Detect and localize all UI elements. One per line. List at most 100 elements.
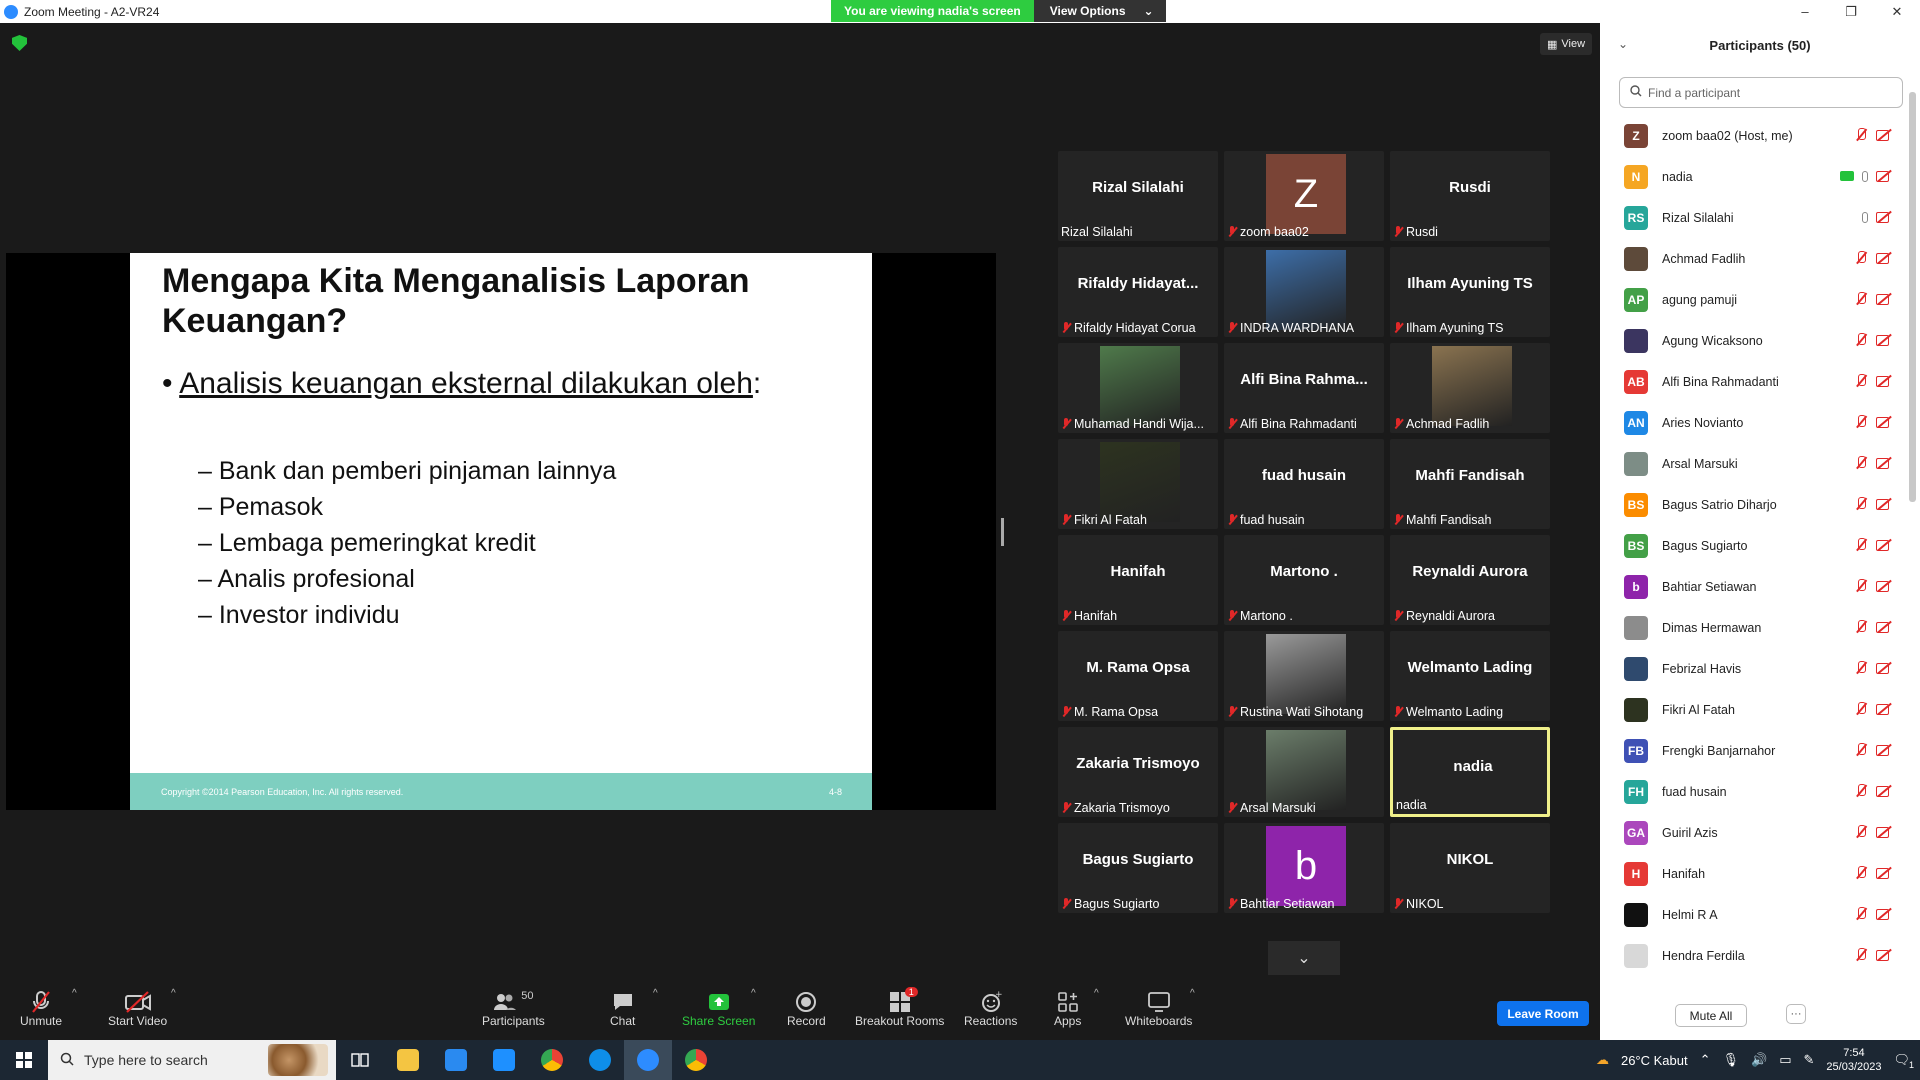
reactions-label: Reactions <box>964 1014 1018 1028</box>
participant-row[interactable]: Dimas Hermawan <box>1600 607 1904 648</box>
weather-text[interactable]: 26°C Kabut <box>1621 1053 1688 1068</box>
participant-video-tile[interactable]: Welmanto Lading Welmanto Lading <box>1390 631 1550 721</box>
participant-row[interactable]: BS Bagus Sugiarto <box>1600 525 1904 566</box>
participant-video-tile[interactable]: b Bahtiar Setiawan <box>1224 823 1384 913</box>
microsoft-store-icon[interactable] <box>432 1040 480 1080</box>
participant-row[interactable]: Fikri Al Fatah <box>1600 689 1904 730</box>
apps-options-caret[interactable]: ^ <box>1094 988 1099 999</box>
microphone-icon[interactable]: 🎙 <box>1723 1052 1740 1068</box>
participant-row[interactable]: H Hanifah <box>1600 853 1904 894</box>
participant-row[interactable]: AP agung pamuji <box>1600 279 1904 320</box>
breakout-rooms-icon: 1 <box>889 987 918 1014</box>
record-button[interactable]: Record <box>787 990 826 1028</box>
breakout-rooms-button[interactable]: 1 Breakout Rooms <box>855 987 944 1028</box>
whiteboards-button[interactable]: Whiteboards <box>1125 990 1192 1028</box>
participant-video-tile[interactable]: Reynaldi Aurora Reynaldi Aurora <box>1390 535 1550 625</box>
zoom-taskbar-icon[interactable] <box>624 1040 672 1080</box>
participant-search-input[interactable]: Find a participant <box>1619 77 1903 108</box>
task-view-icon[interactable] <box>336 1040 384 1080</box>
participant-row[interactable]: AB Alfi Bina Rahmadanti <box>1600 361 1904 402</box>
chat-options-caret[interactable]: ^ <box>653 988 658 999</box>
taskbar-search-box[interactable]: Type here to search <box>48 1040 336 1080</box>
participant-row[interactable]: Zzoom baa02 (Host, me) <box>1600 115 1904 156</box>
smiley-icon: + <box>980 990 1002 1014</box>
participant-video-tile[interactable]: Hanifah Hanifah <box>1058 535 1218 625</box>
participant-row[interactable]: Achmad Fadlih <box>1600 238 1904 279</box>
participant-video-tile[interactable]: Alfi Bina Rahma... Alfi Bina Rahmadanti <box>1224 343 1384 433</box>
share-options-caret[interactable]: ^ <box>751 988 756 999</box>
participant-video-tile[interactable]: Rusdi Rusdi <box>1390 151 1550 241</box>
chrome-icon[interactable] <box>528 1040 576 1080</box>
microphone-muted-icon <box>1393 418 1403 430</box>
avatar: b <box>1266 826 1346 906</box>
participant-video-tile[interactable]: fuad husain fuad husain <box>1224 439 1384 529</box>
participant-row[interactable]: BS Bagus Satrio Diharjo <box>1600 484 1904 525</box>
close-button[interactable]: ✕ <box>1874 0 1920 23</box>
maximize-button[interactable]: ❐ <box>1828 0 1874 23</box>
participant-row[interactable]: Arsal Marsuki <box>1600 443 1904 484</box>
notification-icon[interactable]: 🗨 1 <box>1893 1052 1914 1070</box>
participant-video-tile[interactable]: Rustina Wati Sihotang <box>1224 631 1384 721</box>
participant-list-scrollbar[interactable] <box>1909 92 1916 502</box>
start-video-button[interactable]: Start Video <box>108 990 167 1028</box>
weather-icon[interactable]: ☁ <box>1596 1052 1609 1068</box>
avatar <box>1624 328 1648 353</box>
participant-video-tile[interactable]: NIKOL NIKOL <box>1390 823 1550 913</box>
participant-row[interactable]: Hendra Ferdila <box>1600 935 1904 976</box>
encryption-shield-icon[interactable] <box>12 35 27 51</box>
video-options-caret[interactable]: ^ <box>171 988 176 999</box>
split-divider-handle[interactable] <box>1001 518 1004 546</box>
participant-row[interactable]: FH fuad husain <box>1600 771 1904 812</box>
participant-row[interactable]: GA Guiril Azis <box>1600 812 1904 853</box>
participant-video-tile[interactable]: Bagus Sugiarto Bagus Sugiarto <box>1058 823 1218 913</box>
participant-row[interactable]: AN Aries Novianto <box>1600 402 1904 443</box>
participant-video-tile[interactable]: Rizal Silalahi Rizal Silalahi <box>1058 151 1218 241</box>
chat-button[interactable]: Chat <box>610 990 635 1028</box>
view-options-button[interactable]: View Options ⌄ <box>1033 0 1166 22</box>
participant-video-tile[interactable]: Muhamad Handi Wija... <box>1058 343 1218 433</box>
speaker-icon[interactable]: 🔊 <box>1751 1052 1767 1068</box>
participant-video-tile[interactable]: INDRA WARDHANA <box>1224 247 1384 337</box>
start-button[interactable] <box>0 1040 48 1080</box>
participant-video-tile[interactable]: Zzoom baa02 <box>1224 151 1384 241</box>
participant-video-tile[interactable]: Zakaria Trismoyo Zakaria Trismoyo <box>1058 727 1218 817</box>
apps-button[interactable]: Apps <box>1054 990 1081 1028</box>
reactions-button[interactable]: + Reactions <box>964 990 1017 1028</box>
teamviewer-icon[interactable] <box>576 1040 624 1080</box>
participant-row[interactable]: Helmi R A <box>1600 894 1904 935</box>
participants-button[interactable]: 50 Participants <box>482 990 545 1028</box>
network-icon[interactable]: ▭ <box>1779 1052 1791 1068</box>
participant-video-tile[interactable]: nadia nadia <box>1390 727 1550 817</box>
unmute-button[interactable]: Unmute <box>20 990 62 1028</box>
participant-row[interactable]: Febrizal Havis <box>1600 648 1904 689</box>
participant-video-tile[interactable]: Ilham Ayuning TS Ilham Ayuning TS <box>1390 247 1550 337</box>
chevron-up-icon[interactable]: ⌃ <box>1700 1052 1711 1068</box>
participant-row[interactable]: FB Frengki Banjarnahor <box>1600 730 1904 771</box>
language-icon[interactable]: ✎ <box>1804 1052 1815 1068</box>
file-explorer-icon[interactable] <box>384 1040 432 1080</box>
participant-status <box>1854 497 1892 511</box>
participant-video-tile[interactable]: Rifaldy Hidayat... Rifaldy Hidayat Corua <box>1058 247 1218 337</box>
leave-room-button[interactable]: Leave Room <box>1497 1001 1589 1026</box>
clock[interactable]: 7:54 25/03/2023 <box>1826 1046 1881 1074</box>
participant-video-tile[interactable]: Arsal Marsuki <box>1224 727 1384 817</box>
participant-video-tile[interactable]: Achmad Fadlih <box>1390 343 1550 433</box>
participant-video-tile[interactable]: Martono . Martono . <box>1224 535 1384 625</box>
view-button[interactable]: ▦ View <box>1540 33 1592 55</box>
participant-video-tile[interactable]: M. Rama Opsa M. Rama Opsa <box>1058 631 1218 721</box>
audio-options-caret[interactable]: ^ <box>72 988 77 999</box>
gallery-scroll-down-button[interactable]: ⌄ <box>1268 941 1340 975</box>
whiteboard-options-caret[interactable]: ^ <box>1190 988 1195 999</box>
participant-row[interactable]: Agung Wicaksono <box>1600 320 1904 361</box>
participant-video-tile[interactable]: Fikri Al Fatah <box>1058 439 1218 529</box>
minimize-button[interactable]: – <box>1782 0 1828 23</box>
more-options-button[interactable]: ··· <box>1786 1004 1806 1024</box>
participant-row[interactable]: Nnadia <box>1600 156 1904 197</box>
participant-video-tile[interactable]: Mahfi Fandisah Mahfi Fandisah <box>1390 439 1550 529</box>
participant-row[interactable]: b Bahtiar Setiawan <box>1600 566 1904 607</box>
mail-icon[interactable] <box>480 1040 528 1080</box>
mute-all-button[interactable]: Mute All <box>1675 1004 1747 1027</box>
share-screen-button[interactable]: Share Screen <box>682 990 755 1028</box>
chrome-profile-icon[interactable] <box>672 1040 720 1080</box>
participant-row[interactable]: RS Rizal Silalahi <box>1600 197 1904 238</box>
